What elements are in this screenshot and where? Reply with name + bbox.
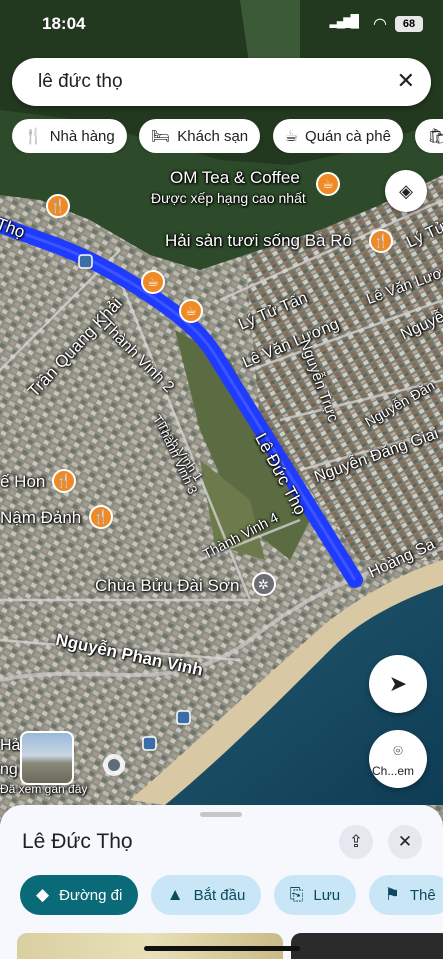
camera-lens-icon: ⌾ — [393, 743, 403, 760]
flag-icon: ⚑ — [384, 885, 400, 904]
save-button[interactable]: ⎘ Lưu — [273, 875, 357, 915]
photo-thumbnail[interactable] — [291, 933, 443, 959]
chip-shopping[interactable]: 🛍 M — [415, 119, 443, 153]
poi-label[interactable]: Nậm Đảnh — [0, 508, 81, 528]
hotel-icon: 🛏 — [151, 128, 171, 145]
poi-label[interactable]: ế Hon — [0, 472, 45, 492]
action-label: Bắt đầu — [193, 886, 246, 904]
wifi-icon: ◠ — [373, 16, 387, 33]
cafe-pin-icon[interactable]: ☕ — [316, 172, 340, 196]
status-bar: 18:04 ▂▄▆█ ◠ 68 — [0, 0, 443, 48]
bookmark-icon: ⎘ — [289, 885, 304, 904]
chip-label: Quán cà phê — [305, 127, 391, 145]
search-bar[interactable]: lê đức thọ ✕ — [12, 58, 431, 106]
poi-label[interactable]: OM Tea & Coffee — [170, 168, 300, 188]
cafe-pin-icon[interactable]: ☕ — [141, 270, 165, 294]
chip-restaurants[interactable]: 🍴 Nhà hàng — [12, 119, 127, 153]
place-bottom-sheet[interactable]: Lê Đức Thọ ⇪ ✕ ◆ Đường đi ▲ Bắt đầu ⎘ Lư… — [0, 805, 443, 959]
navigation-arrow-icon: ➤ — [388, 671, 408, 696]
poi-label[interactable]: Hải sản tươi sống Bà Rô — [165, 231, 352, 251]
restaurant-pin-icon[interactable]: 🍴 — [46, 194, 70, 218]
cafe-pin-icon[interactable]: ☕ — [179, 299, 203, 323]
recent-place-thumbnail[interactable] — [20, 731, 74, 785]
my-location-button[interactable]: ➤ — [369, 655, 427, 713]
poi-label[interactable]: Chùa Bửu Đài Sơn — [95, 576, 239, 596]
cellular-signal-icon: ▂▄▆█ — [329, 14, 360, 28]
poi-sublabel: Được xếp hạng cao nhất — [151, 190, 306, 206]
close-sheet-button[interactable]: ✕ — [388, 825, 422, 859]
restaurant-pin-icon[interactable]: 🍴 — [89, 505, 113, 529]
restaurant-icon: 🍴 — [24, 128, 43, 145]
category-chips: 🍴 Nhà hàng 🛏 Khách sạn ☕ Quán cà phê 🛍 M — [12, 119, 443, 153]
close-icon[interactable]: ✕ — [397, 68, 415, 94]
action-label: Thê — [409, 886, 436, 904]
navigation-arrow-icon: ▲ — [166, 885, 184, 904]
lens-label: Ch...em — [372, 764, 415, 778]
layers-icon: ◈ — [399, 180, 413, 201]
home-indicator — [144, 946, 300, 951]
close-icon: ✕ — [397, 832, 413, 851]
restaurant-pin-icon[interactable]: 🍴 — [369, 229, 393, 253]
layers-button[interactable]: ◈ — [385, 170, 427, 212]
shopping-icon: 🛍 — [427, 128, 443, 145]
place-title: Lê Đức Thọ — [22, 830, 133, 853]
chip-label: Khách sạn — [177, 127, 249, 145]
directions-icon: ◆ — [36, 885, 50, 904]
chip-label: Nhà hàng — [49, 127, 115, 145]
share-icon: ⇪ — [348, 832, 364, 851]
action-label: Đường đi — [59, 886, 123, 904]
lens-button[interactable]: ⌾ Ch...em — [369, 730, 427, 788]
add-label-button[interactable]: ⚑ Thê — [368, 875, 443, 915]
battery-icon: 68 — [395, 16, 423, 32]
share-button[interactable]: ⇪ — [339, 825, 373, 859]
status-time: 18:04 — [42, 14, 86, 33]
search-input[interactable]: lê đức thọ — [38, 71, 123, 93]
cafe-icon: ☕ — [284, 128, 299, 145]
chip-cafes[interactable]: ☕ Quán cà phê — [272, 119, 403, 153]
sheet-drag-handle[interactable] — [200, 812, 242, 817]
chip-hotels[interactable]: 🛏 Khách sạn — [139, 119, 261, 153]
action-buttons: ◆ Đường đi ▲ Bắt đầu ⎘ Lưu ⚑ Thê — [20, 875, 443, 915]
svg-text:✲: ✲ — [258, 577, 269, 592]
action-label: Lưu — [313, 886, 341, 904]
directions-button[interactable]: ◆ Đường đi — [20, 875, 139, 915]
restaurant-pin-icon[interactable]: 🍴 — [52, 469, 76, 493]
start-button[interactable]: ▲ Bắt đầu — [150, 875, 262, 915]
